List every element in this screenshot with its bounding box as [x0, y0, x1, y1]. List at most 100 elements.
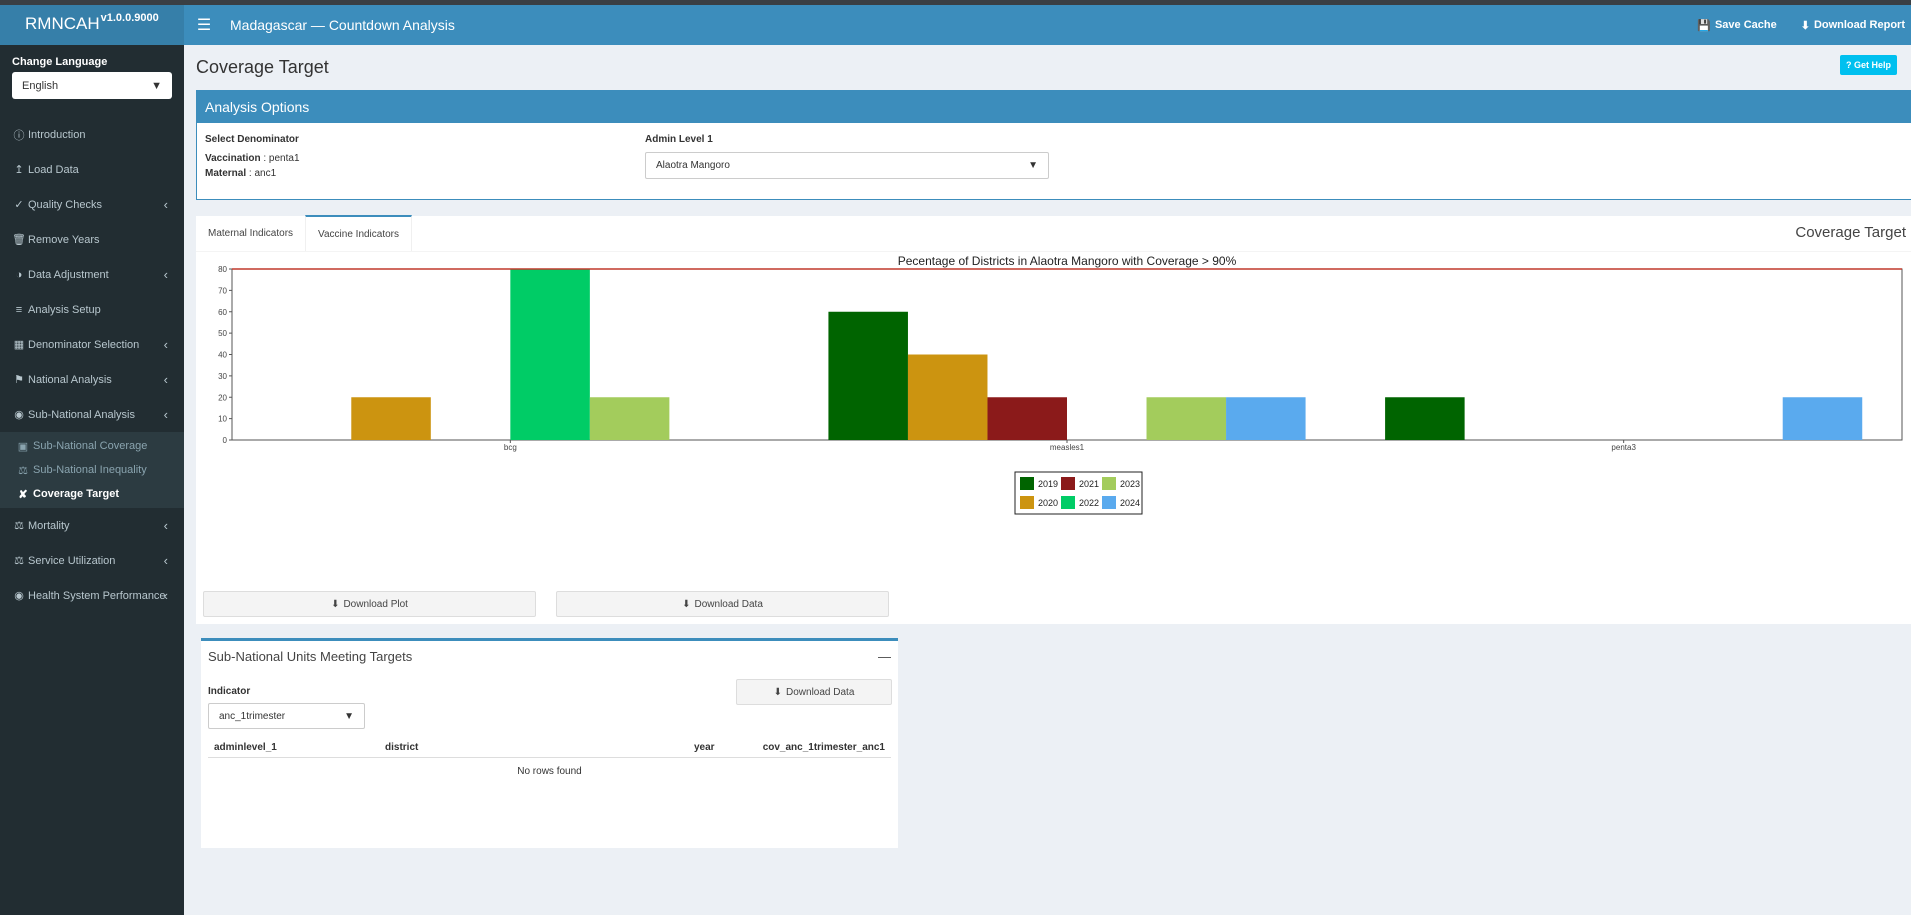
bar-penta3-2024 — [1782, 397, 1863, 440]
column-header[interactable]: district — [379, 742, 688, 753]
x-tick-label: penta3 — [1611, 443, 1636, 452]
units-table: adminlevel_1 district year cov_anc_1trim… — [208, 738, 891, 785]
chevron-left-icon: ‹ — [163, 197, 168, 212]
legend-label: 2021 — [1079, 479, 1099, 489]
language-select[interactable]: English ▼ — [12, 72, 172, 99]
sidebar-item-quality-checks[interactable]: ✓ Quality Checks ‹ — [0, 187, 184, 222]
x-tick-label: bcg — [504, 443, 517, 452]
legend-label: 2022 — [1079, 498, 1099, 508]
globe-icon: ◉ — [14, 409, 24, 421]
sidebar-item-analysis-setup[interactable]: ≡ Analysis Setup — [0, 292, 184, 327]
get-help-button[interactable]: ? Get Help — [1839, 55, 1897, 75]
chevron-left-icon: ‹ — [163, 407, 168, 422]
sidebar-item-health-system-performance[interactable]: ◉ Health System Performance ‹ — [0, 578, 184, 613]
chevron-left-icon: ‹ — [163, 518, 168, 533]
info-icon: ⓘ — [13, 129, 25, 142]
download-icon: ⬇ — [1800, 19, 1810, 32]
sidebar-item-service-utilization[interactable]: ⚖ Service Utilization ‹ — [0, 543, 184, 578]
bar-measles1-2020 — [907, 354, 988, 440]
download-report-button[interactable]: ⬇ Download Report — [1801, 19, 1905, 32]
legend-swatch-2021 — [1061, 477, 1075, 490]
legend-swatch-2019 — [1020, 477, 1034, 490]
tab-maternal-indicators[interactable]: Maternal Indicators — [196, 215, 305, 251]
app-logo[interactable]: RMNCAH v1.0.0.9000 — [0, 5, 184, 45]
box-title: Coverage Target — [1795, 224, 1906, 241]
balance-icon: ⚖ — [14, 520, 24, 532]
sidebar-subitem-sub-national-inequality[interactable]: ⚖ Sub-National Inequality — [0, 458, 184, 482]
legend-label: 2023 — [1120, 479, 1140, 489]
sidebar-item-mortality[interactable]: ⚖ Mortality ‹ — [0, 508, 184, 543]
page-title: Coverage Target — [196, 57, 329, 77]
legend-swatch-2024 — [1102, 496, 1116, 509]
sidebar-item-data-adjustment[interactable]: ◑ Data Adjustment ‹ — [0, 257, 184, 292]
admin-level-select[interactable]: Alaotra Mangoro ▼ — [645, 152, 1049, 179]
download-data-button[interactable]: ⬇ Download Data — [556, 591, 889, 617]
download-icon: ⬇ — [773, 686, 782, 698]
sidebar-item-remove-years[interactable]: 🗑 Remove Years — [0, 222, 184, 257]
indicator-tabs: Maternal Indicators Vaccine Indicators C… — [196, 215, 1911, 252]
y-tick-label: 80 — [218, 265, 227, 274]
y-tick-label: 40 — [218, 351, 227, 360]
bar-measles1-2019 — [828, 311, 908, 440]
app-title: Madagascar — Countdown Analysis — [230, 17, 455, 33]
sidebar-item-sub-national-analysis[interactable]: ◉ Sub-National Analysis ‹ — [0, 397, 184, 432]
caret-down-icon: ▼ — [151, 79, 162, 92]
tab-vaccine-indicators[interactable]: Vaccine Indicators — [305, 215, 413, 251]
globe-icon: ◉ — [14, 590, 24, 602]
y-tick-label: 70 — [218, 286, 227, 295]
chevron-left-icon: ‹ — [163, 337, 168, 352]
indicator-select[interactable]: anc_1trimester ▼ — [208, 703, 365, 729]
column-header[interactable]: adminlevel_1 — [208, 742, 379, 753]
adjust-icon: ◑ — [15, 268, 23, 281]
column-header[interactable]: year — [688, 742, 748, 753]
sidebar-item-denominator-selection[interactable]: ▦ Denominator Selection ‹ — [0, 327, 184, 362]
chevron-left-icon: ‹ — [163, 588, 168, 603]
coverage-chart: Pecentage of Districts in Alaotra Mangor… — [218, 254, 1903, 515]
map-icon: ▣ — [17, 440, 29, 453]
sidebar: Change Language English ▼ ⓘ Introduction … — [0, 45, 184, 915]
denominator-label: Select Denominator — [205, 134, 299, 145]
calculator-icon: ▦ — [13, 339, 25, 351]
collapse-icon[interactable]: — — [878, 649, 891, 664]
sub-national-submenu: ▣ Sub-National Coverage ⚖ Sub-National Ine… — [0, 432, 184, 508]
analysis-options-box: Analysis Options Select Denominator Vacc… — [196, 90, 1911, 200]
sidebar-item-national-analysis[interactable]: ⚑ National Analysis ‹ — [0, 362, 184, 397]
caret-down-icon: ▼ — [344, 710, 354, 722]
sidebar-item-load-data[interactable]: ↥ Load Data — [0, 152, 184, 187]
legend-label: 2020 — [1038, 498, 1058, 508]
app-version: v1.0.0.9000 — [100, 12, 159, 24]
legend-swatch-2022 — [1061, 496, 1075, 509]
menu-toggle-icon[interactable]: ☰ — [188, 15, 220, 35]
app-name: RMNCAH — [25, 14, 100, 33]
bar-measles1-2024 — [1226, 397, 1306, 440]
caret-down-icon: ▼ — [1028, 160, 1038, 171]
column-header[interactable]: cov_anc_1trimester_anc1 — [748, 742, 891, 753]
sidebar-item-introduction[interactable]: ⓘ Introduction — [0, 117, 184, 152]
coverage-plot-box: Maternal Indicators Vaccine Indicators C… — [196, 215, 1911, 624]
download-plot-button[interactable]: ⬇ Download Plot — [203, 591, 536, 617]
units-box-title: Sub-National Units Meeting Targets — [208, 649, 413, 664]
save-cache-button[interactable]: 💾 Save Cache — [1697, 19, 1776, 32]
y-tick-label: 20 — [218, 393, 227, 402]
chevron-left-icon: ‹ — [163, 372, 168, 387]
y-tick-label: 60 — [218, 308, 227, 317]
y-tick-label: 50 — [218, 329, 227, 338]
save-icon: 💾 — [1697, 19, 1711, 32]
upload-icon: ↥ — [14, 164, 24, 176]
download-icon: ⬇ — [331, 598, 340, 610]
sidebar-menu: ⓘ Introduction ↥ Load Data ✓ Quality Checks… — [0, 117, 184, 613]
units-download-data-button[interactable]: ⬇ Download Data — [736, 679, 892, 705]
sidebar-subitem-coverage-target[interactable]: ✘ Coverage Target — [0, 482, 184, 506]
chevron-left-icon: ‹ — [163, 267, 168, 282]
units-meeting-targets-box: Sub-National Units Meeting Targets — Indi… — [201, 638, 898, 848]
bar-bcg-2020 — [351, 397, 431, 440]
legend-label: 2024 — [1120, 498, 1140, 508]
top-navbar: ☰ Madagascar — Countdown Analysis 💾 Save … — [184, 5, 1911, 45]
y-tick-label: 10 — [218, 415, 227, 424]
target-icon: ✘ — [18, 488, 28, 501]
download-icon: ⬇ — [682, 598, 691, 610]
sidebar-subitem-sub-national-coverage[interactable]: ▣ Sub-National Coverage — [0, 434, 184, 458]
indicator-label: Indicator — [208, 686, 251, 697]
maternal-denominator: Maternal : anc1 — [205, 168, 277, 179]
trash-icon: 🗑 — [12, 234, 26, 246]
